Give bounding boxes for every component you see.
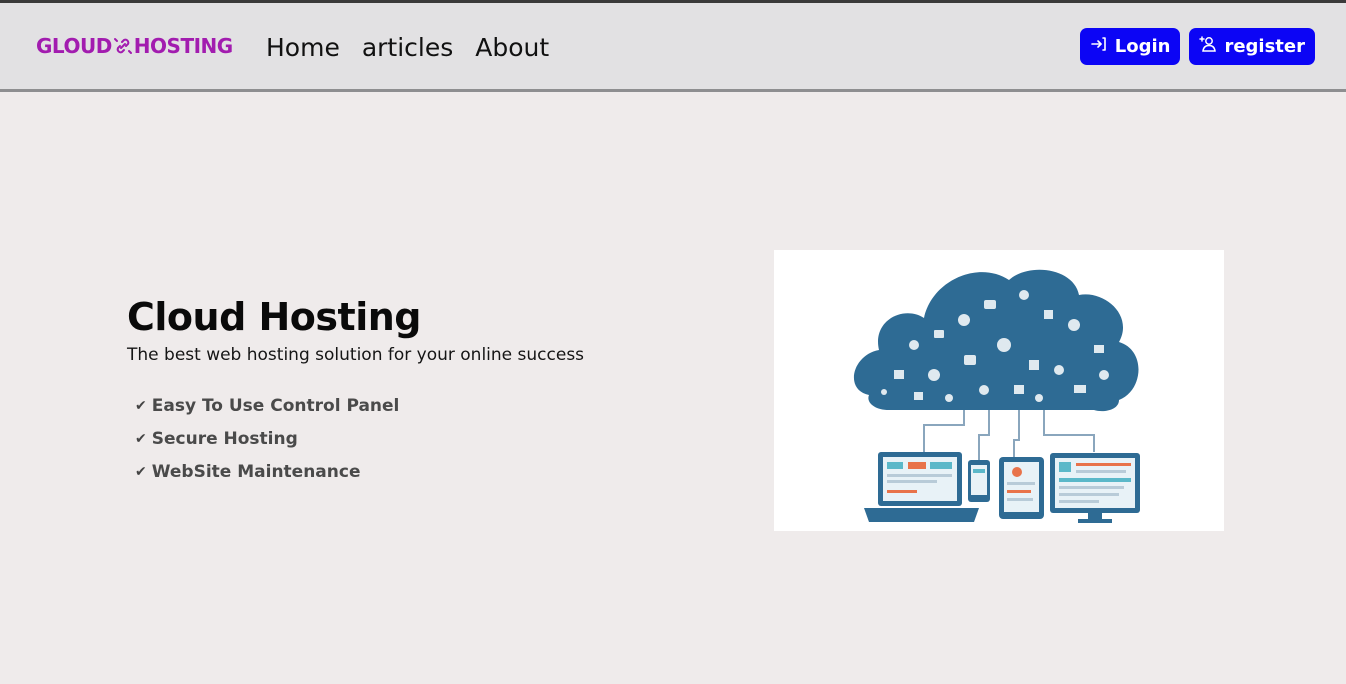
nav-link-articles[interactable]: articles [362, 31, 453, 65]
nav-link-home[interactable]: Home [266, 31, 340, 65]
link-icon [113, 36, 133, 56]
check-icon: ✔ [135, 397, 147, 414]
register-label: register [1224, 36, 1305, 57]
hero-title: Cloud Hosting [127, 295, 421, 339]
navbar: GLOUD HOSTING Home articles About Login [0, 3, 1346, 92]
cloud-shape [853, 269, 1139, 412]
feature-label: Easy To Use Control Panel [151, 395, 400, 416]
register-button[interactable]: register [1189, 28, 1315, 65]
login-button[interactable]: Login [1079, 28, 1181, 65]
cloud-network-svg [853, 269, 1140, 523]
phone-device [968, 460, 990, 502]
main-nav: Home articles About [266, 31, 549, 65]
tablet-device [999, 457, 1044, 519]
feature-item: ✔ WebSite Maintenance [135, 455, 584, 488]
logo[interactable]: GLOUD HOSTING [36, 34, 233, 58]
login-label: Login [1114, 36, 1171, 57]
feature-label: WebSite Maintenance [151, 461, 361, 482]
check-icon: ✔ [135, 463, 147, 480]
nav-link-about[interactable]: About [475, 31, 549, 65]
logo-text-right: HOSTING [133, 34, 233, 58]
hero-subtitle: The best web hosting solution for your o… [127, 345, 585, 365]
auth-buttons: Login register [1079, 28, 1315, 65]
hero-section: Cloud Hosting The best web hosting solut… [127, 293, 584, 488]
login-icon [1090, 35, 1108, 58]
feature-item: ✔ Secure Hosting [135, 422, 584, 455]
check-icon: ✔ [135, 430, 147, 447]
feature-item: ✔ Easy To Use Control Panel [135, 389, 584, 422]
laptop-device [864, 452, 979, 522]
cloud-network-illustration [774, 250, 1224, 531]
feature-list: ✔ Easy To Use Control Panel ✔ Secure Hos… [135, 389, 584, 488]
monitor-device [1050, 453, 1140, 523]
logo-text-left: GLOUD [36, 34, 112, 58]
feature-label: Secure Hosting [151, 428, 298, 449]
user-add-icon [1199, 35, 1217, 58]
